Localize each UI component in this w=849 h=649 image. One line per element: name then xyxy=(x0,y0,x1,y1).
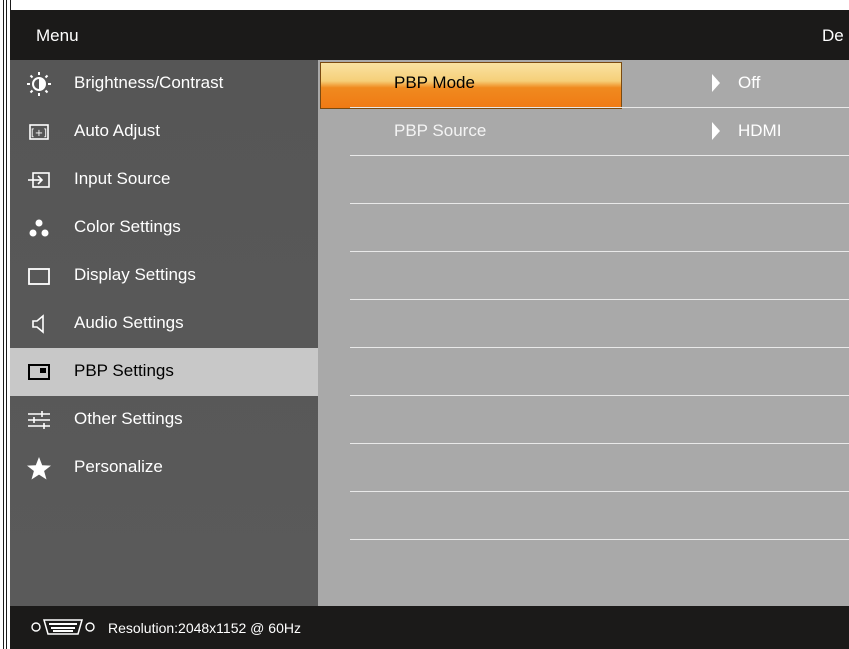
sidebar-item-label: Brightness/Contrast xyxy=(74,73,224,92)
submenu-row-empty xyxy=(318,348,849,396)
sidebar-item-label: Input Source xyxy=(74,169,171,188)
chevron-right-icon xyxy=(712,74,720,92)
submenu-row-label: PBP Mode xyxy=(394,73,475,92)
submenu-row-value: Off xyxy=(738,73,761,92)
osd-menu: Menu De Brightness/Contrast [+] Auto Adj… xyxy=(10,10,849,649)
sidebar-item-personalize[interactable]: Personalize xyxy=(10,444,318,492)
menu-title: Menu xyxy=(36,26,79,45)
sidebar-item-label: Display Settings xyxy=(74,265,196,284)
row-divider xyxy=(350,539,849,540)
sidebar-item-pbp-settings[interactable]: PBP Settings xyxy=(10,348,318,396)
submenu-row-empty xyxy=(318,300,849,348)
submenu-row-empty xyxy=(318,156,849,204)
sidebar-item-auto-adjust[interactable]: [+] Auto Adjust xyxy=(10,108,318,156)
svg-text:[+]: [+] xyxy=(31,128,47,139)
sidebar: Brightness/Contrast [+] Auto Adjust Inpu… xyxy=(10,60,318,606)
submenu-row-pbp-source[interactable]: PBP Source HDMI xyxy=(318,108,849,156)
sidebar-item-label: Other Settings xyxy=(74,409,183,428)
resolution-text: Resolution:2048x1152 @ 60Hz xyxy=(108,620,301,636)
menu-header: Menu De xyxy=(10,10,849,60)
vga-connector-icon xyxy=(30,618,96,641)
sidebar-item-display-settings[interactable]: Display Settings xyxy=(10,252,318,300)
sidebar-item-label: Auto Adjust xyxy=(74,121,161,140)
sidebar-item-label: Color Settings xyxy=(74,217,181,236)
submenu-row-label: PBP Source xyxy=(394,121,487,140)
sidebar-item-audio-settings[interactable]: Audio Settings xyxy=(10,300,318,348)
submenu-row-empty xyxy=(318,396,849,444)
sidebar-item-other-settings[interactable]: Other Settings xyxy=(10,396,318,444)
submenu-row-empty xyxy=(318,252,849,300)
sidebar-item-input-source[interactable]: Input Source xyxy=(10,156,318,204)
display-settings-icon xyxy=(24,264,54,288)
sidebar-item-label: Audio Settings xyxy=(74,313,184,332)
color-settings-icon xyxy=(24,216,54,240)
submenu-row-value: HDMI xyxy=(738,121,782,140)
sidebar-item-brightness-contrast[interactable]: Brightness/Contrast xyxy=(10,60,318,108)
submenu-row-empty xyxy=(318,204,849,252)
star-icon xyxy=(24,456,54,480)
header-right-text: De xyxy=(822,26,844,45)
sidebar-item-label: PBP Settings xyxy=(74,361,174,380)
submenu-row-empty xyxy=(318,492,849,540)
brightness-icon xyxy=(24,72,54,96)
auto-adjust-icon: [+] xyxy=(24,120,54,144)
submenu-panel: PBP Mode Off PBP Source HDMI xyxy=(318,60,849,606)
input-source-icon xyxy=(24,168,54,192)
submenu-row-empty xyxy=(318,444,849,492)
chevron-right-icon xyxy=(712,122,720,140)
sliders-icon xyxy=(24,408,54,432)
status-bar: Resolution:2048x1152 @ 60Hz xyxy=(10,606,849,649)
submenu-row-pbp-mode[interactable]: PBP Mode Off xyxy=(318,60,849,109)
sidebar-item-color-settings[interactable]: Color Settings xyxy=(10,204,318,252)
speaker-icon xyxy=(24,312,54,336)
pbp-icon xyxy=(24,360,54,384)
sidebar-item-label: Personalize xyxy=(74,457,163,476)
